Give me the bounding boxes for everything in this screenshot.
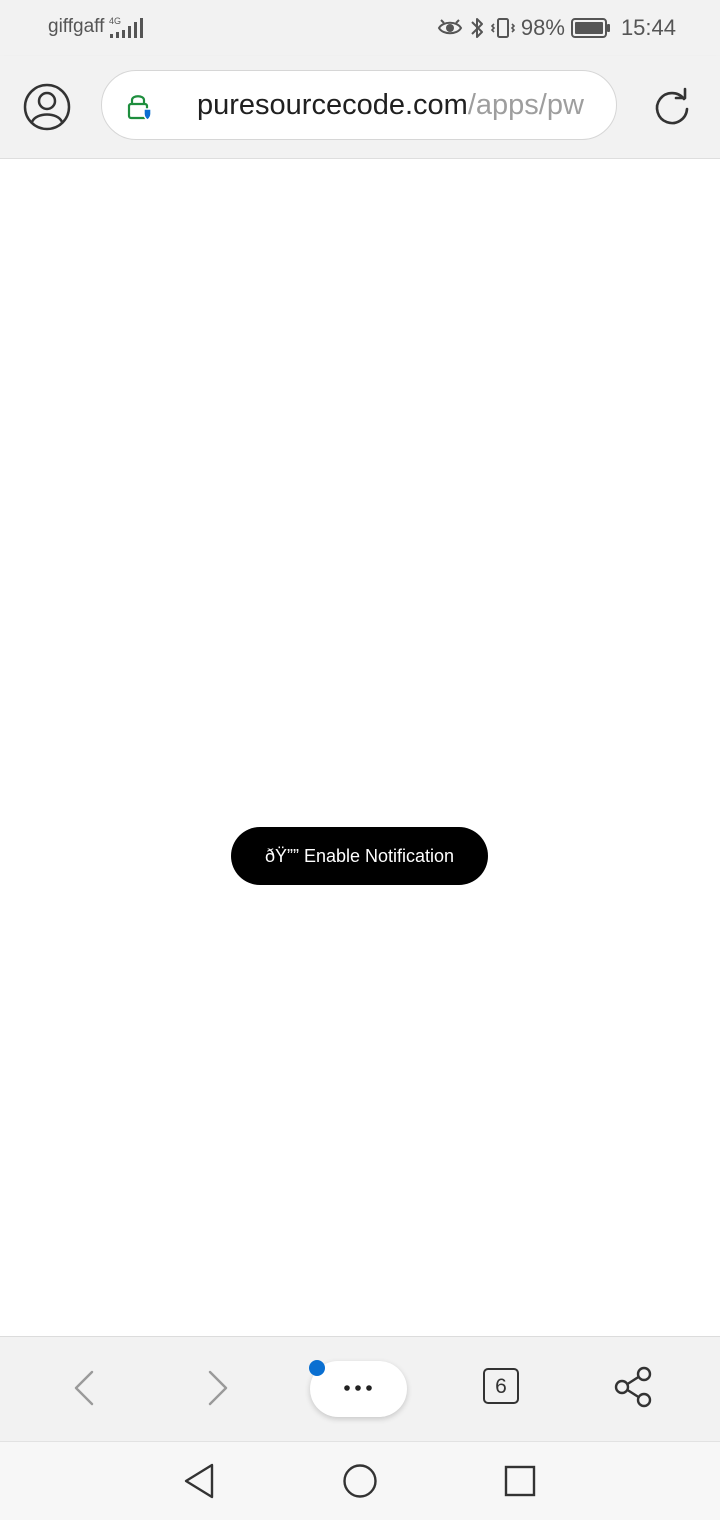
vibrate-icon — [490, 18, 515, 38]
bottom-toolbar: 6 — [0, 1336, 720, 1442]
status-icons: 98% 15:44 — [437, 12, 676, 44]
url-text[interactable]: puresourcecode.com/apps/pw — [197, 87, 599, 123]
eye-comfort-icon — [437, 19, 463, 35]
nav-back-icon[interactable] — [178, 1459, 222, 1503]
battery-percent: 98% — [520, 15, 565, 40]
url-path: /apps/pw — [467, 89, 584, 121]
address-toolbar: puresourcecode.com/apps/pw — [0, 56, 720, 159]
nav-recents-icon[interactable] — [498, 1459, 542, 1503]
tab-count-button[interactable]: 6 — [483, 1368, 519, 1404]
enable-notification-button[interactable]: ðŸ”” Enable Notification — [231, 827, 488, 885]
system-nav-bar — [0, 1441, 720, 1520]
notification-badge — [309, 1360, 325, 1376]
lock-shield-icon[interactable] — [124, 91, 156, 123]
battery-icon — [570, 18, 610, 38]
signal-icon: 4G — [109, 16, 143, 38]
url-domain: puresourcecode.com — [197, 89, 468, 121]
nav-home-icon[interactable] — [338, 1459, 382, 1503]
profile-icon[interactable] — [22, 82, 72, 132]
status-bar: giffgaff 4G 98% 15:44 — [0, 0, 720, 56]
browser-screen: giffgaff 4G 98% 15:44 puresourcecode.com… — [0, 0, 720, 1520]
share-icon[interactable] — [612, 1365, 656, 1409]
network-type: 4G — [109, 16, 121, 26]
status-clock: 15:44 — [620, 15, 676, 40]
carrier-name: giffgaff — [48, 16, 105, 37]
forward-arrow-icon[interactable] — [196, 1366, 240, 1410]
back-arrow-icon[interactable] — [62, 1366, 106, 1410]
bluetooth-icon — [471, 18, 483, 38]
address-bar[interactable]: puresourcecode.com/apps/pw — [101, 70, 617, 140]
reload-icon[interactable] — [650, 85, 694, 129]
web-page-content: ðŸ”” Enable Notification — [0, 159, 720, 1336]
